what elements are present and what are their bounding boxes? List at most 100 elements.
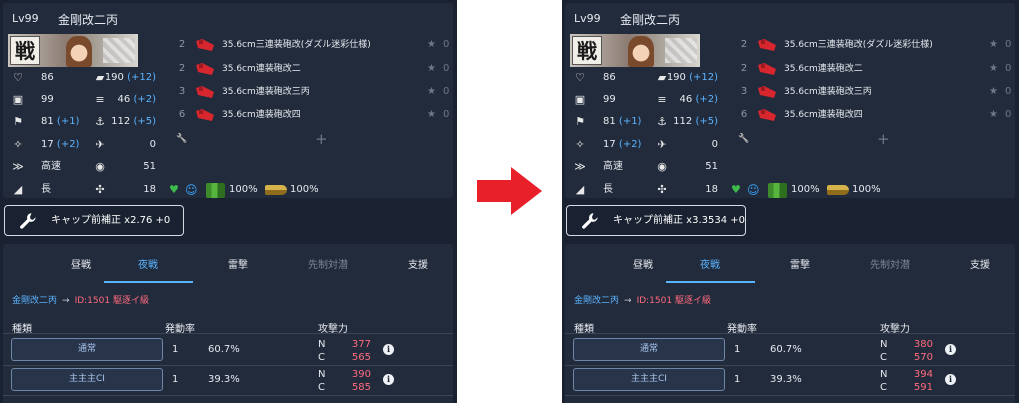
equipment-slot[interactable]: 2 35.6cm三連装砲改(ダズル迷彩仕様) ★ 0 [737, 34, 1015, 56]
stat-bonus: (+2) [692, 94, 718, 105]
stat-range: ◢ 長 [573, 181, 653, 199]
target-name[interactable]: ID:1501 駆逐イ級 [637, 296, 711, 306]
ship-level: Lv99 [574, 12, 601, 25]
stat-value: 81 (+1) [603, 113, 641, 131]
tab-4[interactable]: 支援 [940, 256, 1019, 271]
stat-bonus: (+1) [615, 116, 642, 127]
main-gun-icon [196, 86, 214, 98]
stat-base: 46 [117, 94, 131, 105]
stat-value: 0 [655, 136, 718, 154]
ex-slot[interactable]: 🔧 + [175, 128, 453, 150]
stat-value: 17 (+2) [603, 136, 641, 154]
stat-speed: ≫ 高速 [11, 158, 91, 176]
tab-1[interactable]: 夜戦 [108, 256, 188, 271]
ship-name: 金剛改二丙 [620, 13, 681, 27]
main-gun-icon [196, 109, 214, 121]
stat-aa: ✧ 17 (+2) [573, 136, 653, 154]
wrench-small-icon: 🔧 [738, 134, 750, 144]
evasion-icon: ⚑ [13, 115, 23, 128]
condition-row: ♥ ☺ 100% 100% [731, 181, 891, 199]
improvement-level: 0 [1005, 39, 1012, 50]
ammo-icon [827, 185, 849, 195]
stat-value: 46 (+2) [93, 91, 156, 109]
equipment-slot[interactable]: 3 35.6cm連装砲改三丙 ★ 0 [175, 81, 453, 103]
info-icon[interactable]: i [383, 344, 394, 355]
stat-base: 長 [41, 184, 51, 195]
info-icon[interactable]: i [945, 374, 956, 385]
attack-type-button[interactable]: 通常 [11, 338, 163, 361]
stat-base: 81 [603, 116, 616, 127]
stat-torpedo: ≡ 46 (+2) [93, 91, 163, 109]
ship-banner[interactable]: 戦 [8, 34, 138, 67]
tab-2[interactable]: 雷撃 [760, 256, 840, 271]
slot-count: 2 [178, 39, 186, 50]
ship-name: 金剛改二丙 [58, 13, 119, 27]
equipment-slot[interactable]: 2 35.6cm連装砲改二 ★ 0 [175, 58, 453, 80]
equipment-name: 35.6cm連装砲改四 [222, 110, 301, 120]
fuel-value: 100% [791, 184, 820, 195]
stat-value: 長 [603, 181, 613, 199]
add-equipment-icon[interactable]: + [315, 128, 328, 150]
ship-banner[interactable]: 戦 [570, 34, 700, 67]
attack-type-button[interactable]: 主主主CI [573, 368, 725, 391]
panel-before: Lv99 金剛改二丙 戦 ♡ 86 ▣ 99 ⚑ 81 (+1) ✧ 17 (+2) ≫ 高速 ◢ 長… [0, 0, 457, 403]
improvement-level: 0 [443, 63, 450, 74]
stat-base: 長 [603, 184, 613, 195]
attacker-name[interactable]: 金剛改二丙 [574, 296, 619, 306]
stat-base: 190 [104, 72, 124, 83]
critical-power: 585 [351, 382, 371, 393]
stat-value: 18 [655, 181, 718, 199]
stat-base: 81 [41, 116, 54, 127]
info-icon[interactable]: i [945, 344, 956, 355]
equipment-name: 35.6cm三連装砲改(ダズル迷彩仕様) [222, 40, 371, 50]
trigger-rate: 39.3% [770, 374, 802, 385]
equipment-slot[interactable]: 2 35.6cm連装砲改二 ★ 0 [737, 58, 1015, 80]
slot-count: 3 [740, 86, 748, 97]
stat-base: 99 [603, 94, 616, 105]
stat-base: 18 [705, 184, 718, 195]
range-icon: ◢ [13, 183, 23, 196]
attack-count: 1 [734, 374, 741, 385]
divider [3, 365, 453, 366]
ex-slot[interactable]: 🔧 + [737, 128, 1015, 150]
normal-power: 394 [913, 369, 933, 380]
tab-3[interactable]: 先制対潜 [288, 256, 368, 271]
equipment-slot[interactable]: 6 35.6cm連装砲改四 ★ 0 [175, 104, 453, 126]
stat-value: 46 (+2) [655, 91, 718, 109]
divider [565, 365, 1015, 366]
cap-correction-label: キャップ前補正 x3.3534 +0 [613, 215, 746, 226]
tab-4[interactable]: 支援 [378, 256, 457, 271]
equipment-slot[interactable]: 2 35.6cm三連装砲改(ダズル迷彩仕様) ★ 0 [175, 34, 453, 56]
stat-value: 高速 [603, 158, 623, 176]
attacker-name[interactable]: 金剛改二丙 [12, 296, 57, 306]
stat-base: 0 [711, 139, 718, 150]
normal-label: N [880, 339, 888, 350]
add-equipment-icon[interactable]: + [877, 128, 890, 150]
tab-1[interactable]: 夜戦 [670, 256, 750, 271]
critical-label: C [880, 382, 887, 393]
slot-count: 3 [178, 86, 186, 97]
tab-3[interactable]: 先制対潜 [850, 256, 930, 271]
target-name[interactable]: ID:1501 駆逐イ級 [75, 296, 149, 306]
equipment-slot[interactable]: 3 35.6cm連装砲改三丙 ★ 0 [737, 81, 1015, 103]
ship-card: Lv99 金剛改二丙 戦 ♡ 86 ▣ 99 ⚑ 81 (+1) ✧ 17 (+2) ≫ 高速 ◢ 長… [565, 3, 1015, 198]
info-icon[interactable]: i [383, 374, 394, 385]
stat-value: 99 [41, 91, 54, 109]
cap-correction-button[interactable]: キャップ前補正 x3.3534 +0 [566, 205, 746, 236]
stat-luck: ✣ 18 [655, 181, 725, 199]
stat-asw: ⚓ 112 (+5) [93, 113, 163, 131]
wrench-small-icon: 🔧 [176, 134, 188, 144]
stat-value: 51 [655, 158, 718, 176]
main-gun-icon [196, 39, 214, 51]
attack-type-button[interactable]: 主主主CI [11, 368, 163, 391]
tab-2[interactable]: 雷撃 [198, 256, 278, 271]
cap-correction-button[interactable]: キャップ前補正 x2.76 +0 [4, 205, 184, 236]
cap-correction-label: キャップ前補正 x2.76 +0 [51, 215, 171, 226]
stat-range: ◢ 長 [11, 181, 91, 199]
critical-power: 570 [913, 352, 933, 363]
equipment-slot[interactable]: 6 35.6cm連装砲改四 ★ 0 [737, 104, 1015, 126]
attack-type-button[interactable]: 通常 [573, 338, 725, 361]
slot-count: 2 [740, 63, 748, 74]
heart-icon: ♡ [13, 71, 23, 84]
fuel-icon [206, 183, 225, 198]
